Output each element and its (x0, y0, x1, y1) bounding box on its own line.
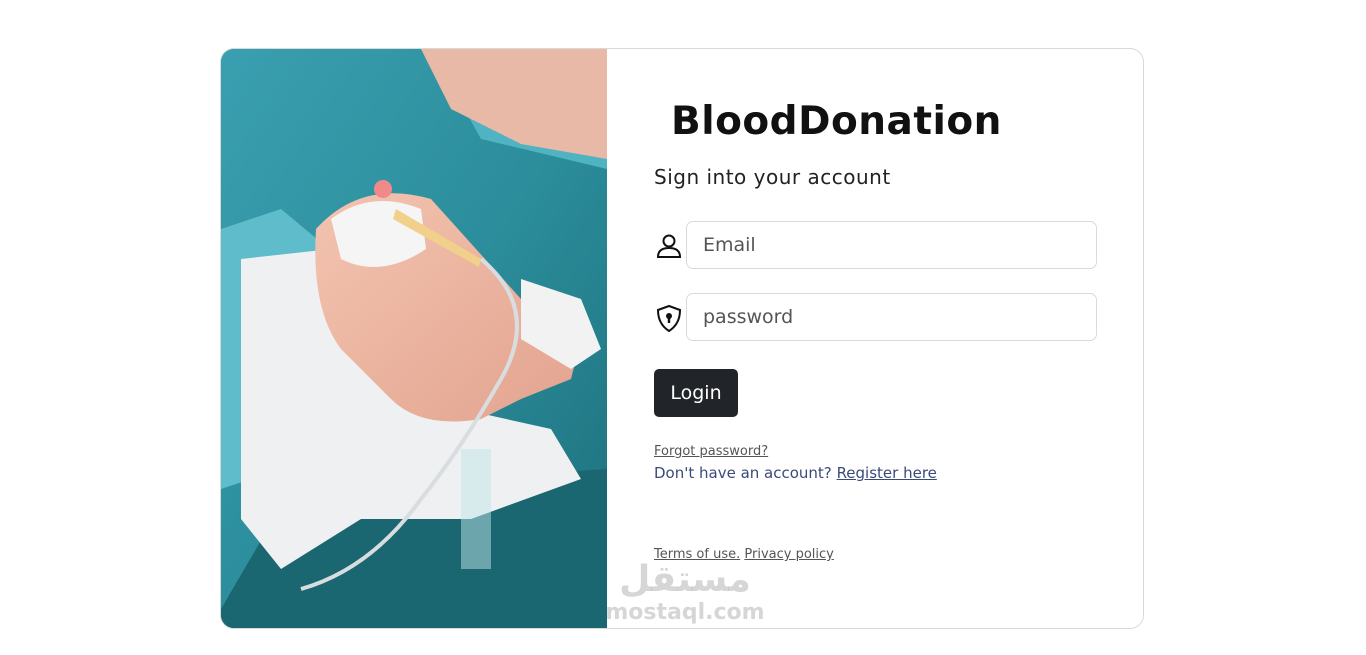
password-input[interactable] (686, 293, 1097, 341)
privacy-link[interactable]: Privacy policy (744, 547, 833, 562)
brand-title: BloodDonation (671, 99, 1002, 144)
login-card: BloodDonation Sign into your account Ema… (220, 48, 1144, 629)
register-line: Don't have an account? Register here (654, 464, 937, 482)
shield-lock-icon (654, 303, 684, 333)
email-input[interactable] (686, 221, 1097, 269)
person-icon (654, 231, 684, 261)
form-panel: BloodDonation Sign into your account Ema… (607, 49, 1143, 628)
email-row (654, 221, 1097, 269)
forgot-password-link[interactable]: Forgot password? (654, 444, 768, 459)
login-button[interactable]: Login (654, 369, 738, 417)
terms-link[interactable]: Terms of use. (654, 547, 740, 562)
legal-links: Terms of use. Privacy policy (654, 547, 834, 562)
signin-subtitle: Sign into your account (654, 165, 891, 189)
hero-photo (221, 49, 607, 628)
register-prompt: Don't have an account? (654, 464, 832, 482)
password-row (654, 293, 1097, 341)
register-link[interactable]: Register here (837, 464, 937, 482)
